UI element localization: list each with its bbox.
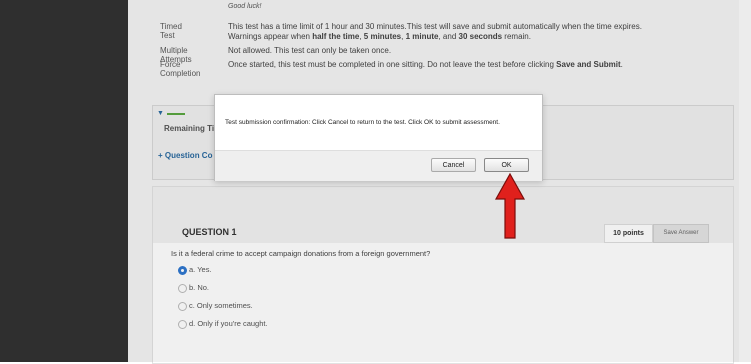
left-dark-sidebar <box>0 0 128 362</box>
red-up-arrow-icon <box>494 172 526 239</box>
dialog-message: Test submission confirmation: Click Canc… <box>225 119 500 126</box>
arrow-shape <box>494 172 526 239</box>
modal-overlay <box>128 0 739 362</box>
right-margin <box>739 0 751 362</box>
submission-confirmation-dialog: Test submission confirmation: Click Canc… <box>214 94 543 181</box>
dialog-footer: Cancel OK <box>215 150 542 181</box>
ok-button[interactable]: OK <box>484 158 529 172</box>
cancel-button[interactable]: Cancel <box>431 158 476 172</box>
